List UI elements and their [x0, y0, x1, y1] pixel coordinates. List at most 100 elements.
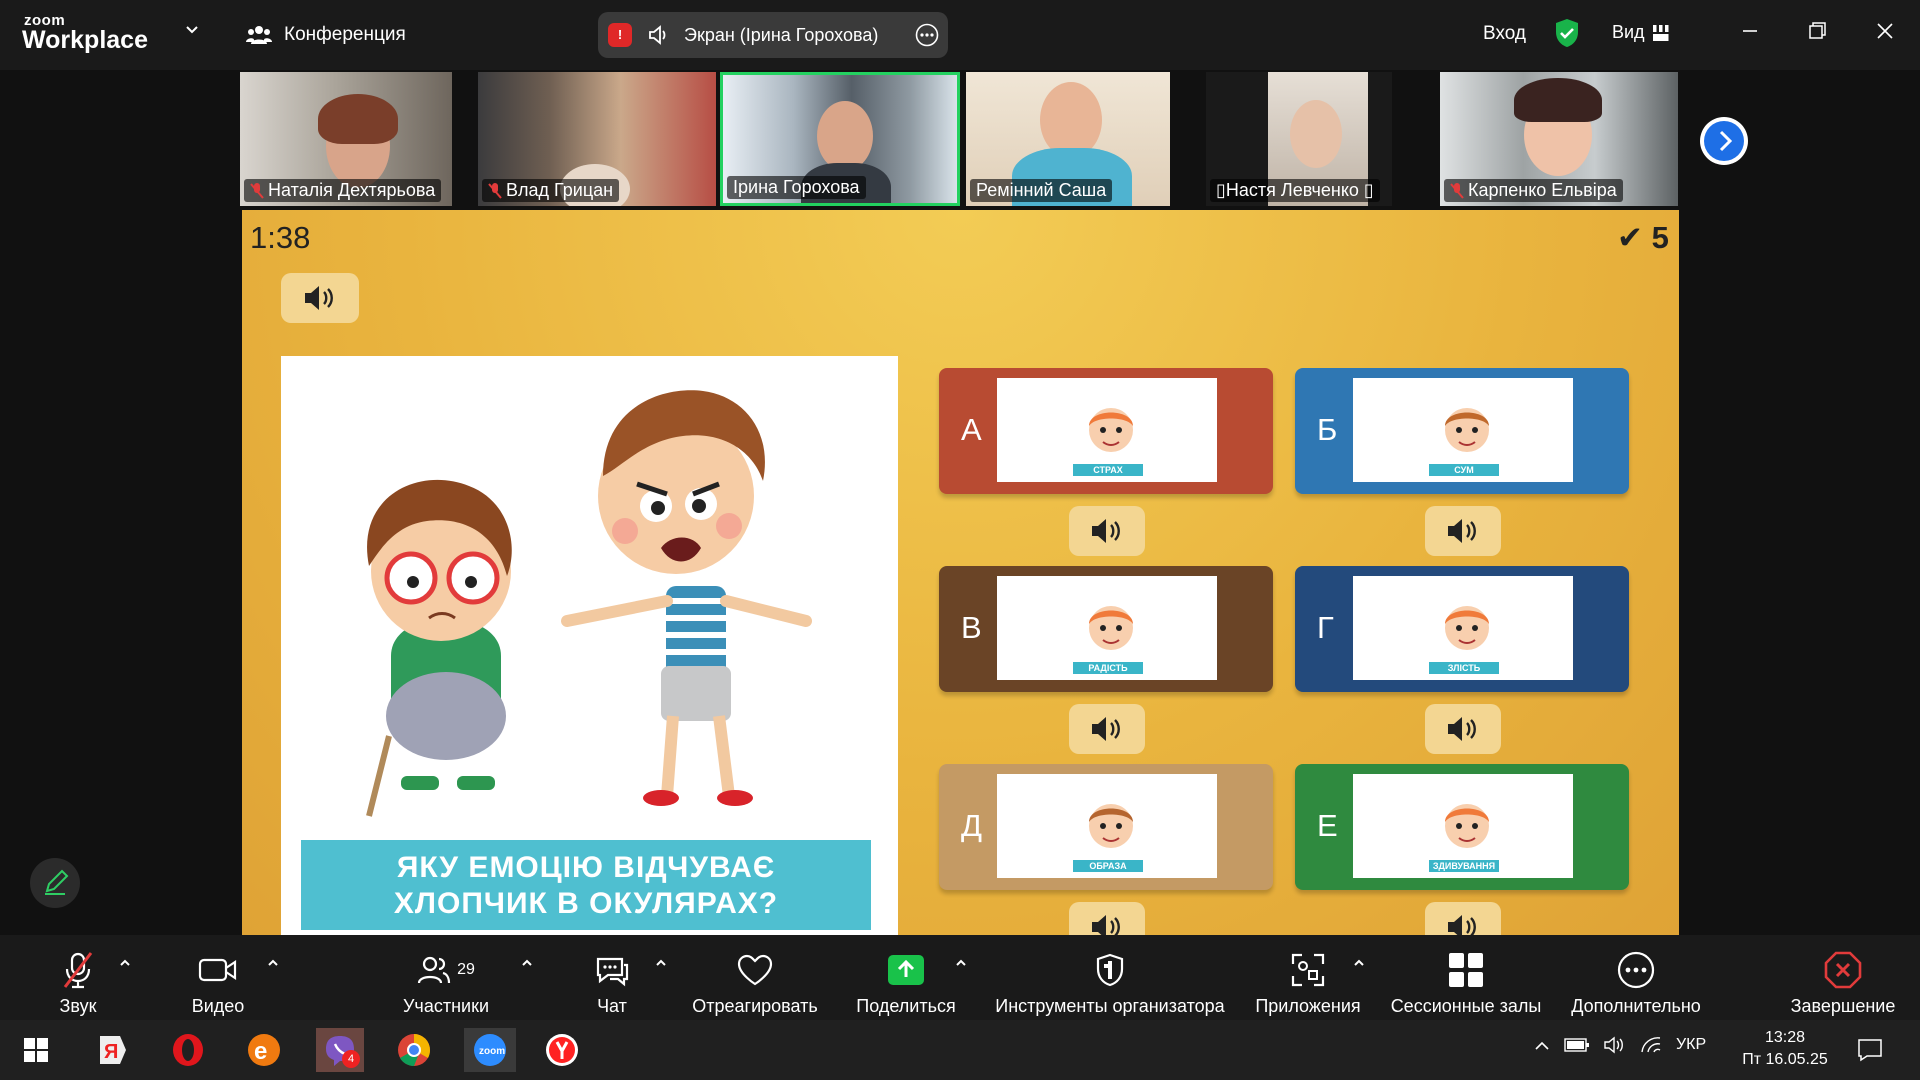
participant-name: Наталія Дехтярьова	[268, 180, 436, 200]
participant-name: Ремінний Саша	[976, 180, 1107, 200]
chat-icon	[596, 957, 629, 987]
participant-tile[interactable]: Карпенко Ельвіра	[1440, 72, 1678, 206]
answer-sound-button[interactable]	[1069, 902, 1145, 935]
breakout-rooms-icon	[1449, 953, 1483, 987]
participants-button[interactable]: 29 Участники	[396, 950, 496, 1017]
apps-options-caret-icon[interactable]	[1352, 956, 1366, 970]
taskbar-clock[interactable]: 13:28 Пт 16.05.25	[1740, 1027, 1830, 1071]
security-shield-icon[interactable]	[1554, 18, 1580, 48]
notifications-button[interactable]	[1846, 1028, 1894, 1072]
participant-tile[interactable]: Ремінний Саша	[966, 72, 1170, 206]
chevron-down-icon[interactable]	[184, 22, 200, 38]
taskbar-viber[interactable]: 4	[316, 1028, 364, 1072]
battery-icon[interactable]	[1564, 1037, 1590, 1053]
participants-count: 29	[457, 961, 475, 978]
answer-card[interactable]: Г ЗЛІСТЬ	[1295, 566, 1629, 692]
answer-sound-button[interactable]	[1425, 902, 1501, 935]
more-icon	[1617, 951, 1655, 989]
participant-tile[interactable]: Наталія Дехтярьова	[240, 72, 452, 206]
answer-sound-button[interactable]	[1425, 506, 1501, 556]
chrome-icon	[398, 1034, 431, 1067]
audio-options-caret-icon[interactable]	[118, 956, 132, 970]
wifi-icon[interactable]	[1640, 1036, 1662, 1054]
answer-card[interactable]: В РАДІСТЬ	[939, 566, 1273, 692]
taskbar-chrome[interactable]	[390, 1028, 438, 1072]
more-options-icon[interactable]	[915, 23, 939, 47]
taskbar-opera[interactable]	[164, 1028, 212, 1072]
answer-card[interactable]: Б СУМ	[1295, 368, 1629, 494]
answer-sound-button[interactable]	[1425, 704, 1501, 754]
participant-name-tag: Наталія Дехтярьова	[244, 179, 442, 202]
answer-card[interactable]: Е ЗДИВУВАННЯ	[1295, 764, 1629, 890]
more-button[interactable]: Дополнительно	[1566, 950, 1706, 1017]
emotion-label: СУМ	[1429, 464, 1499, 476]
tray-chevron-up-icon[interactable]	[1534, 1039, 1550, 1051]
breakout-rooms-button[interactable]: Сессионные залы	[1386, 950, 1546, 1017]
apps-label: Приложения	[1255, 996, 1361, 1016]
keyboard-language[interactable]: УКР	[1676, 1036, 1706, 1054]
answer-letter: В	[961, 610, 982, 645]
mic-muted-icon	[488, 182, 502, 199]
question-sound-button[interactable]	[281, 273, 359, 323]
notification-icon	[1858, 1039, 1882, 1062]
answer-letter: Б	[1317, 412, 1338, 447]
answer-sound-button[interactable]	[1069, 704, 1145, 754]
end-meeting-button[interactable]: Завершение	[1778, 950, 1908, 1017]
conference-button[interactable]: Конференция	[246, 20, 406, 50]
view-button[interactable]: Вид	[1612, 22, 1669, 43]
answer-card[interactable]: Д ОБРАЗА	[939, 764, 1273, 890]
login-button[interactable]: Вход	[1483, 23, 1526, 45]
opera-icon	[173, 1034, 203, 1066]
more-label: Дополнительно	[1571, 996, 1701, 1016]
host-tools-button[interactable]: Инструменты организатора	[990, 950, 1230, 1017]
question-image: ЯКУ ЕМОЦІЮ ВІДЧУВАЄ ХЛОПЧИК В ОКУЛЯРАХ?	[281, 356, 898, 935]
svg-text:e: e	[254, 1038, 267, 1065]
taskbar-yandex[interactable]	[538, 1028, 586, 1072]
participant-name-tag: Влад Грицан	[482, 179, 620, 202]
answer-sound-button[interactable]	[1069, 506, 1145, 556]
video-button[interactable]: Видео	[180, 950, 256, 1017]
participant-tile[interactable]: Влад Грицан	[478, 72, 716, 206]
chat-button[interactable]: Чат	[580, 950, 644, 1017]
yandex-browser-icon: Я	[100, 1036, 126, 1064]
participant-name-tag: Карпенко Ельвіра	[1444, 179, 1623, 202]
emotion-label: ЗДИВУВАННЯ	[1429, 860, 1499, 872]
chevron-right-icon	[1704, 121, 1744, 161]
close-icon[interactable]	[1870, 16, 1900, 46]
next-page-button[interactable]	[1700, 117, 1748, 165]
taskbar-edge[interactable]: e	[240, 1028, 288, 1072]
edge-icon: e	[248, 1034, 280, 1066]
taskbar-zoom[interactable]: zoom	[464, 1028, 516, 1072]
taskbar-yandex-browser[interactable]: Я	[88, 1028, 136, 1072]
video-label: Видео	[191, 996, 245, 1016]
restore-icon[interactable]	[1802, 16, 1832, 46]
participant-name-tag: ▯Настя Левченко ▯	[1210, 179, 1380, 202]
answer-card[interactable]: А СТРАХ	[939, 368, 1273, 494]
volume-icon[interactable]	[1604, 1036, 1626, 1054]
start-button[interactable]	[12, 1028, 60, 1072]
emotion-label: ОБРАЗА	[1073, 860, 1143, 872]
participant-tile[interactable]: ▯Настя Левченко ▯	[1206, 72, 1392, 206]
speaker-icon[interactable]	[648, 24, 670, 46]
speaker-icon	[1448, 519, 1476, 543]
svg-text:zoom: zoom	[479, 1046, 505, 1057]
share-button[interactable]: Поделиться	[852, 950, 960, 1017]
host-shield-icon	[1096, 953, 1124, 987]
share-options-caret-icon[interactable]	[954, 956, 968, 970]
video-options-caret-icon[interactable]	[266, 956, 280, 970]
participant-face	[817, 101, 873, 171]
minimize-icon[interactable]	[1735, 16, 1765, 46]
audio-button[interactable]: Звук	[40, 950, 116, 1017]
participant-tile-active-speaker[interactable]: Ірина Горохова	[720, 72, 960, 206]
share-label: Поделиться	[856, 996, 956, 1016]
participants-options-caret-icon[interactable]	[520, 956, 534, 970]
emotion-face-icon	[1089, 804, 1133, 848]
participant-hair	[318, 94, 398, 144]
apps-button[interactable]: Приложения	[1252, 950, 1364, 1017]
apps-icon	[1291, 953, 1325, 987]
annotate-button[interactable]	[30, 858, 80, 908]
participant-face	[1040, 82, 1102, 158]
speaker-icon	[1092, 915, 1120, 935]
chat-options-caret-icon[interactable]	[654, 956, 668, 970]
react-button[interactable]: Отреагировать	[690, 950, 820, 1017]
